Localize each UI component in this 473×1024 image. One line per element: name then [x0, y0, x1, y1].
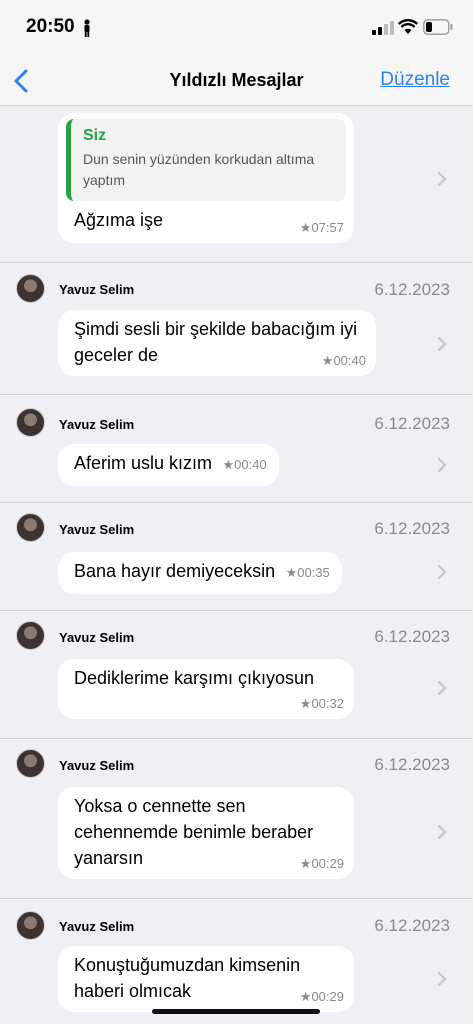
home-indicator[interactable] [152, 1009, 320, 1014]
sender-name: Yavuz Selim [59, 522, 135, 537]
sender-name: Yavuz Selim [59, 758, 135, 773]
message-text: Bana hayır demiyeceksin [74, 561, 276, 581]
message-meta: ★00:35 [286, 565, 330, 581]
message-date: 6.12.2023 [374, 519, 450, 538]
list-item[interactable]: Yavuz Selim 6.12.2023 Dediklerime karşım… [0, 611, 473, 739]
chevron-right-icon [438, 972, 447, 986]
message-date: 6.12.2023 [374, 280, 450, 299]
chevron-right-icon [438, 172, 447, 186]
starred-message-list: Siz Dun senin yüzünden korkudan altıma y… [0, 107, 473, 1024]
message-text: Şimdi sesli bir şekilde babacığım iyi ge… [74, 319, 358, 365]
message-bubble: Bana hayır demiyeceksin ★00:35 [58, 552, 342, 594]
message-time: 00:40 [234, 457, 267, 472]
star-icon: ★ [299, 856, 312, 871]
star-icon: ★ [222, 457, 235, 472]
signal-icon [372, 21, 394, 35]
message-time: 00:35 [297, 565, 330, 580]
chevron-right-icon [438, 565, 447, 579]
nav-bar: Yıldızlı Mesajlar Düzenle [0, 56, 473, 106]
message-date: 6.12.2023 [374, 916, 450, 935]
message-date: 6.12.2023 [374, 414, 450, 433]
message-bubble: Dediklerime karşımı çıkıyosun ★00:32 [58, 659, 354, 719]
message-date: 6.12.2023 [374, 627, 450, 646]
wifi-icon [398, 19, 418, 34]
sender-name: Yavuz Selim [59, 630, 135, 645]
avatar [16, 274, 45, 303]
sender-name: Yavuz Selim [59, 417, 135, 432]
avatar [16, 621, 45, 650]
star-icon: ★ [299, 989, 312, 1004]
message-text: Dediklerime karşımı çıkıyosun [74, 668, 315, 688]
list-item[interactable]: Yavuz Selim 6.12.2023 Aferim uslu kızım … [0, 395, 473, 503]
list-item[interactable]: Yavuz Selim 6.12.2023 Yoksa o cennette s… [0, 739, 473, 899]
edit-button[interactable]: Düzenle [380, 69, 450, 91]
chevron-right-icon [438, 337, 447, 351]
message-time: 07:57 [311, 220, 344, 235]
message-time: 00:29 [311, 856, 344, 871]
avatar [16, 513, 45, 542]
list-item[interactable]: Yavuz Selim 6.12.2023 Konuştuğumuzdan ki… [0, 899, 473, 1024]
message-bubble: Siz Dun senin yüzünden korkudan altıma y… [58, 113, 354, 243]
list-item[interactable]: Yavuz Selim 6.12.2023 Bana hayır demiyec… [0, 503, 473, 611]
quote-sender: Siz [83, 127, 107, 144]
status-bar: 20:50 [0, 0, 473, 56]
message-meta: ★00:29 [300, 856, 344, 872]
message-bubble: Yoksa o cennette sen cehennemde benimle … [58, 787, 354, 879]
star-icon: ★ [321, 353, 334, 368]
sender-name: Yavuz Selim [59, 919, 135, 934]
list-item[interactable]: Siz Dun senin yüzünden korkudan altıma y… [0, 107, 473, 263]
star-icon: ★ [299, 696, 312, 711]
message-bubble: Konuştuğumuzdan kimsenin haberi olmıcak … [58, 946, 354, 1012]
person-icon [84, 19, 90, 37]
message-meta: ★00:32 [300, 696, 344, 712]
message-time: 00:40 [333, 353, 366, 368]
sender-name: Yavuz Selim [59, 282, 135, 297]
quoted-reply[interactable]: Siz Dun senin yüzünden korkudan altıma y… [66, 119, 346, 201]
quote-text: Dun senin yüzünden korkudan altıma yaptı… [83, 151, 315, 188]
star-icon: ★ [299, 220, 312, 235]
message-text: Aferim uslu kızım [74, 453, 213, 473]
avatar [16, 911, 45, 940]
message-meta: ★00:40 [322, 353, 366, 369]
chevron-right-icon [438, 681, 447, 695]
message-time: 00:29 [311, 989, 344, 1004]
star-icon: ★ [285, 565, 298, 580]
status-time: 20:50 [26, 16, 75, 37]
chevron-right-icon [438, 825, 447, 839]
avatar [16, 749, 45, 778]
message-date: 6.12.2023 [374, 755, 450, 774]
message-bubble: Şimdi sesli bir şekilde babacığım iyi ge… [58, 310, 376, 376]
message-time: 00:32 [311, 696, 344, 711]
battery-icon [423, 19, 453, 35]
message-meta: ★00:40 [222, 457, 266, 473]
message-meta: ★00:29 [300, 989, 344, 1005]
chevron-right-icon [438, 458, 447, 472]
avatar [16, 408, 45, 437]
list-item[interactable]: Yavuz Selim 6.12.2023 Şimdi sesli bir şe… [0, 263, 473, 395]
message-bubble: Aferim uslu kızım ★00:40 [58, 444, 279, 486]
message-meta: ★07:57 [300, 220, 344, 236]
